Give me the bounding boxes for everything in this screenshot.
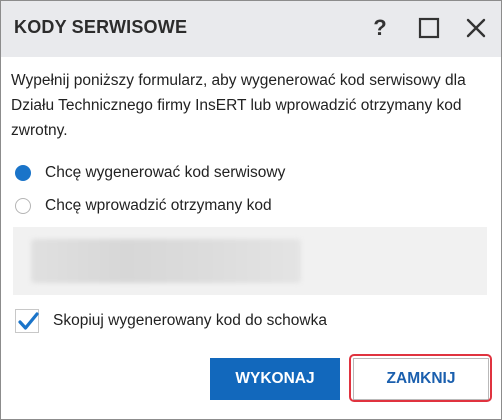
- help-icon[interactable]: ?: [365, 13, 395, 43]
- dialog-title: KODY SERWISOWE: [14, 17, 188, 37]
- service-codes-dialog: KODY SERWISOWE ? Wypełnij poniższy formu…: [0, 0, 502, 420]
- copy-checkbox-label: Skopiuj wygenerowany kod do schowka: [53, 312, 327, 329]
- titlebar: KODY SERWISOWE ?: [1, 1, 501, 57]
- close-button-highlight: [349, 354, 492, 402]
- close-icon[interactable]: [461, 13, 491, 43]
- radio-generate-label: Chcę wygenerować kod serwisowy: [45, 164, 286, 181]
- checkmark-icon: [18, 312, 39, 330]
- radio-unselected-indicator: [15, 198, 31, 214]
- execute-button[interactable]: WYKONAJ: [210, 358, 340, 400]
- radio-enter-label: Chcę wprowadzić otrzymany kod: [45, 197, 272, 214]
- code-field[interactable]: [13, 227, 487, 295]
- radio-selected-indicator: [15, 165, 31, 181]
- maximize-icon[interactable]: [414, 13, 444, 43]
- blurred-code: [31, 239, 301, 283]
- checkbox-box: [15, 309, 39, 333]
- dialog-description: Wypełnij poniższy formularz, aby wygener…: [11, 72, 466, 139]
